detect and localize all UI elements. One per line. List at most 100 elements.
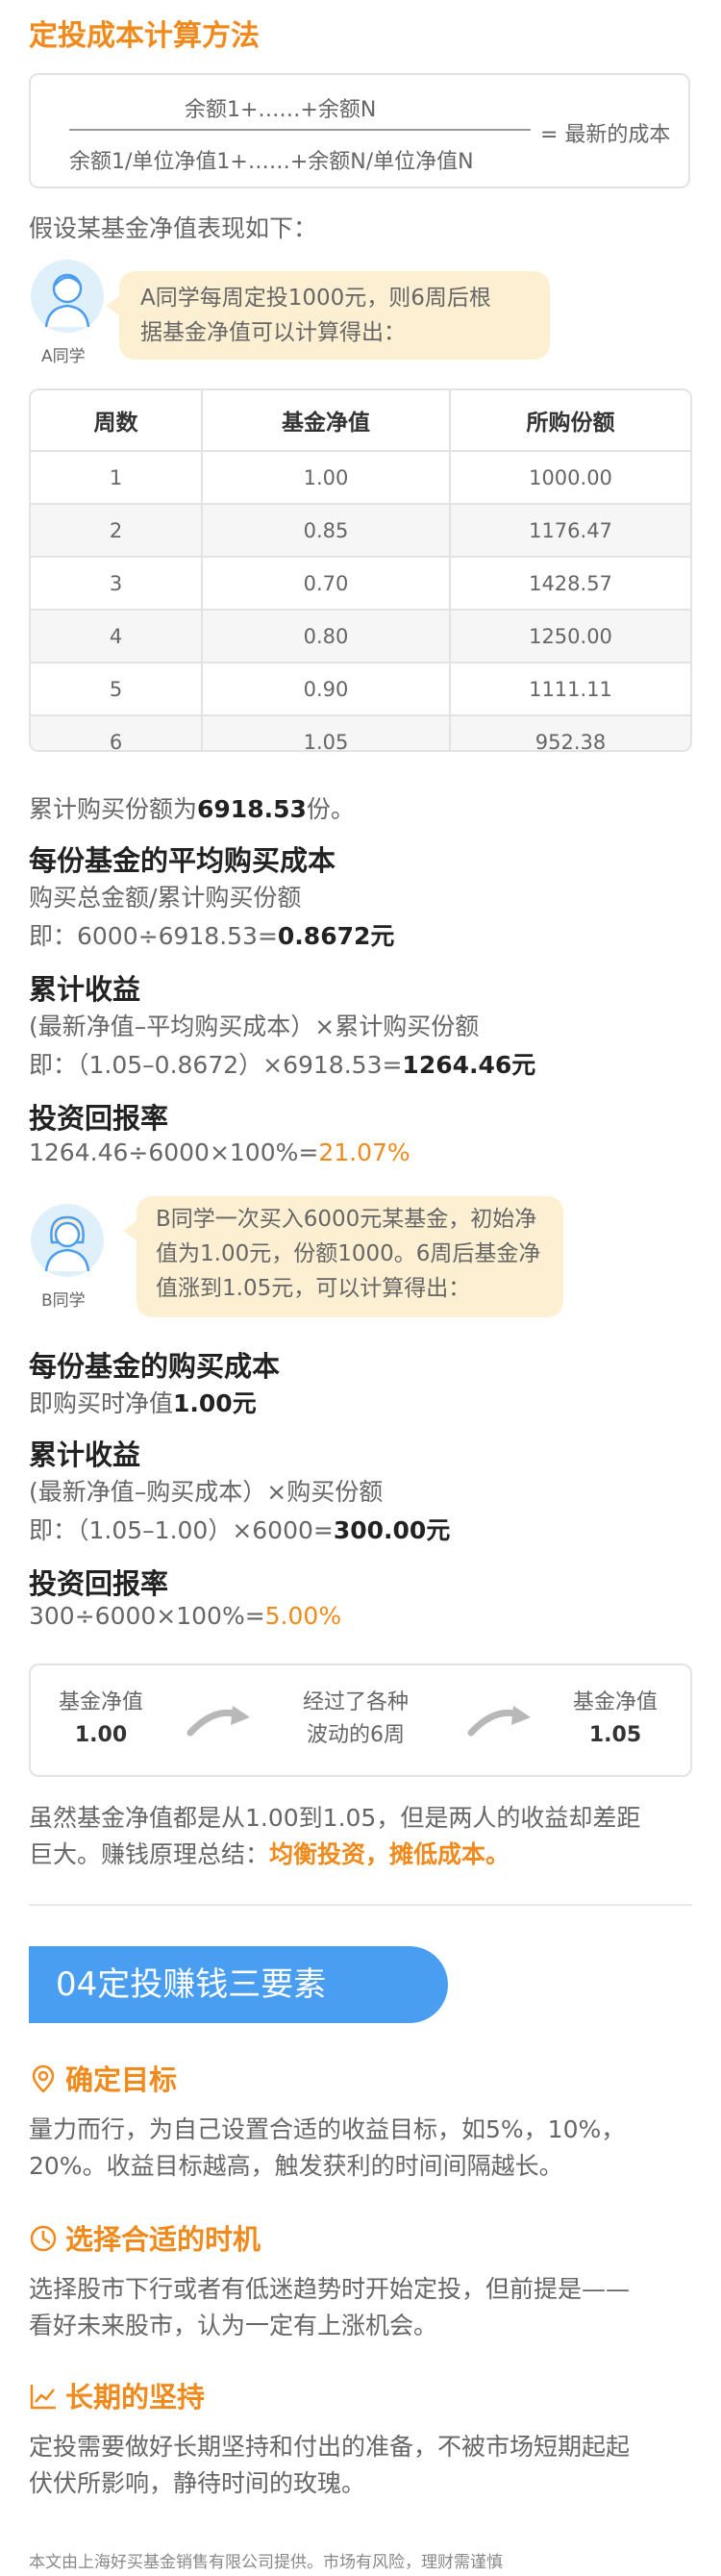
conclusion-highlight: 均衡投资，摊低成本。: [269, 1840, 510, 1868]
factor-timing-title: 选择合适的时机: [65, 2223, 261, 2256]
cost-text-value-b: 1.00元: [173, 1389, 257, 1417]
gain-heading-a: 累计收益: [29, 973, 141, 1006]
header-nav: 基金净值: [202, 390, 451, 451]
cost-text-b: 即购买时净值1.00元: [29, 1385, 257, 1419]
cell-shares: 1250.00: [450, 609, 690, 663]
conclusion-text: 虽然基金净值都是从1.00到1.05，但是两人的收益却差距 巨大。赚钱原理总结：…: [29, 1800, 697, 1873]
table-row: 6 1.05 952.38: [31, 714, 690, 750]
roi-calc-prefix-b: 300÷6000×100%=: [29, 1602, 265, 1630]
avatar-a-caption: A同学: [41, 347, 86, 366]
nav-end-value: 1.05: [588, 1723, 642, 1747]
roi-heading-b: 投资回报率: [29, 1567, 169, 1600]
footer-disclaimer: 本文由上海好买基金销售有限公司提供。市场有风险，理财需谨慎: [29, 2553, 503, 2572]
factor-persistence-text: 定投需要做好长期坚持和付出的准备，不被市场短期起起 伏伏所影响，静待时间的玫瑰。: [29, 2429, 697, 2502]
avg-cost-heading: 每份基金的平均购买成本: [29, 844, 336, 877]
gain-calc-a: 即：（1.05–0.8672）×6918.53=1264.46元: [29, 1046, 535, 1081]
nav-start: 基金净值 1.00: [48, 1687, 154, 1752]
avg-calc-prefix: 即：6000÷6918.53=: [29, 922, 278, 950]
avatar-b-caption: B同学: [41, 1291, 86, 1311]
fraction-line: [69, 129, 531, 131]
cell-week: 4: [31, 609, 203, 663]
factor-persistence-line2: 伏伏所影响，静待时间的玫瑰。: [29, 2469, 366, 2497]
section-title: 定投成本计算方法: [29, 19, 260, 53]
factor-persistence: 长期的坚持: [29, 2375, 205, 2415]
clock-icon: [30, 2225, 57, 2252]
intro-text: 假设某基金净值表现如下：: [29, 214, 318, 242]
cost-text-prefix-b: 即购买时净值: [29, 1389, 174, 1417]
nav-compare-box: 基金净值 1.00 经过了各种 波动的6周 基金净值 1.05: [29, 1663, 692, 1777]
formula-result: = 最新的成本: [540, 123, 671, 147]
cell-week: 5: [31, 662, 203, 715]
header-weeks: 周数: [31, 390, 203, 451]
cost-heading-b: 每份基金的购买成本: [29, 1350, 281, 1383]
nav-end: 基金净值 1.05: [558, 1687, 673, 1752]
cell-nav: 0.85: [202, 503, 451, 557]
total-shares-text: 累计购买份额为6918.53份。: [29, 790, 355, 825]
gain-calc-b: 即：（1.05–1.00）×6000=300.00元: [29, 1512, 450, 1546]
table-row: 3 0.70 1428.57: [31, 556, 690, 610]
table-row: 2 0.85 1176.47: [31, 503, 690, 557]
avg-cost-formula: 购买总金额/累计购买份额: [29, 884, 302, 912]
trend-icon: [30, 2385, 56, 2410]
roi-calc-prefix-a: 1264.46÷6000×100%=: [29, 1138, 319, 1166]
target-icon: [32, 2064, 55, 2093]
gain-calc-prefix-a: 即：（1.05–0.8672）×6918.53=: [29, 1051, 403, 1079]
factor-timing-line2: 看好未来股市，认为一定有上涨机会。: [29, 2312, 438, 2339]
table-header: 周数 基金净值 所购份额: [31, 390, 690, 451]
bubble-b-line3: 值涨到1.05元，可以计算得出：: [156, 1276, 471, 1301]
gain-formula-a: (最新净值–平均购买成本）×累计购买份额: [29, 1013, 480, 1040]
section-divider: [29, 1904, 692, 1906]
curved-arrow-icon: [467, 1706, 531, 1737]
factor-target-text: 量力而行，为自己设置合适的收益目标，如5%，10%， 20%。收益目标越高，触发…: [29, 2112, 697, 2185]
factor-persistence-line1: 定投需要做好长期坚持和付出的准备，不被市场短期起起: [29, 2433, 631, 2461]
cell-week: 2: [31, 503, 203, 557]
gain-calc-value-a: 1264.46元: [402, 1051, 536, 1079]
person-male-icon: [44, 273, 90, 328]
table-row: 4 0.80 1250.00: [31, 609, 690, 663]
gain-heading-b: 累计收益: [29, 1438, 141, 1471]
avg-calc-value: 0.8672元: [277, 922, 395, 950]
avatar-b: [31, 1204, 104, 1277]
cell-shares: 1428.57: [450, 556, 690, 610]
cell-shares: 1111.11: [450, 662, 690, 715]
cell-week: 1: [31, 450, 203, 504]
gain-formula-b: (最新净值–购买成本）×购买份额: [29, 1478, 384, 1506]
total-suffix: 份。: [306, 795, 355, 823]
factor-timing-line1: 选择股市下行或者有低迷趋势时开始定投，但前提是——: [29, 2275, 631, 2303]
table-row: 5 0.90 1111.11: [31, 662, 690, 715]
roi-heading-a: 投资回报率: [29, 1102, 169, 1135]
speech-bubble-a: A同学每周定投1000元，则6周后根 据基金净值可以计算得出：: [106, 271, 550, 360]
nav-middle-line2: 波动的6周: [307, 1723, 405, 1747]
nav-middle: 经过了各种 波动的6周: [288, 1687, 423, 1752]
header-shares: 所购份额: [450, 390, 690, 451]
conclusion-prefix: 巨大。赚钱原理总结：: [29, 1840, 270, 1868]
avatar-a: [31, 260, 104, 333]
table-row: 1 1.00 1000.00: [31, 450, 690, 504]
curved-arrow-icon: [186, 1706, 250, 1737]
section2-title: 04定投赚钱三要素: [29, 1946, 448, 2023]
avg-cost-calc: 即：6000÷6918.53=0.8672元: [29, 917, 394, 952]
cell-shares: 1176.47: [450, 503, 690, 557]
formula-box: 余额1+……+余额N 余额1/单位净值1+……+余额N/单位净值N = 最新的成…: [29, 73, 690, 188]
roi-calc-b: 300÷6000×100%=5.00%: [29, 1602, 341, 1630]
bubble-b-line2: 值为1.00元，份额1000。6周后基金净: [156, 1241, 541, 1266]
nav-start-label: 基金净值: [58, 1690, 143, 1714]
bubble-b-line1: B同学一次买入6000元某基金，初始净: [156, 1207, 537, 1232]
total-value: 6918.53: [197, 795, 307, 823]
gain-calc-prefix-b: 即：（1.05–1.00）×6000=: [29, 1516, 334, 1544]
factor-target-title: 确定目标: [65, 2063, 178, 2096]
cell-nav: 1.00: [202, 450, 451, 504]
conclusion-line1: 虽然基金净值都是从1.00到1.05，但是两人的收益却差距: [29, 1804, 641, 1832]
cell-nav: 0.80: [202, 609, 451, 663]
bubble-a-line2: 据基金净值可以计算得出：: [140, 320, 406, 345]
factor-timing-text: 选择股市下行或者有低迷趋势时开始定投，但前提是—— 看好未来股市，认为一定有上涨…: [29, 2271, 697, 2344]
factor-timing: 选择合适的时机: [29, 2217, 261, 2258]
factor-persistence-title: 长期的坚持: [65, 2381, 206, 2413]
formula-numerator: 余额1+……+余额N: [185, 98, 377, 122]
total-prefix: 累计购买份额为: [29, 795, 198, 823]
gain-calc-value-b: 300.00元: [333, 1516, 451, 1544]
factor-target-line2: 20%。收益目标越高，触发获利的时间间隔越长。: [29, 2152, 563, 2180]
cell-week: 6: [31, 714, 203, 750]
roi-calc-value-a: 21.07%: [318, 1138, 410, 1166]
bubble-a-line1: A同学每周定投1000元，则6周后根: [140, 286, 491, 311]
